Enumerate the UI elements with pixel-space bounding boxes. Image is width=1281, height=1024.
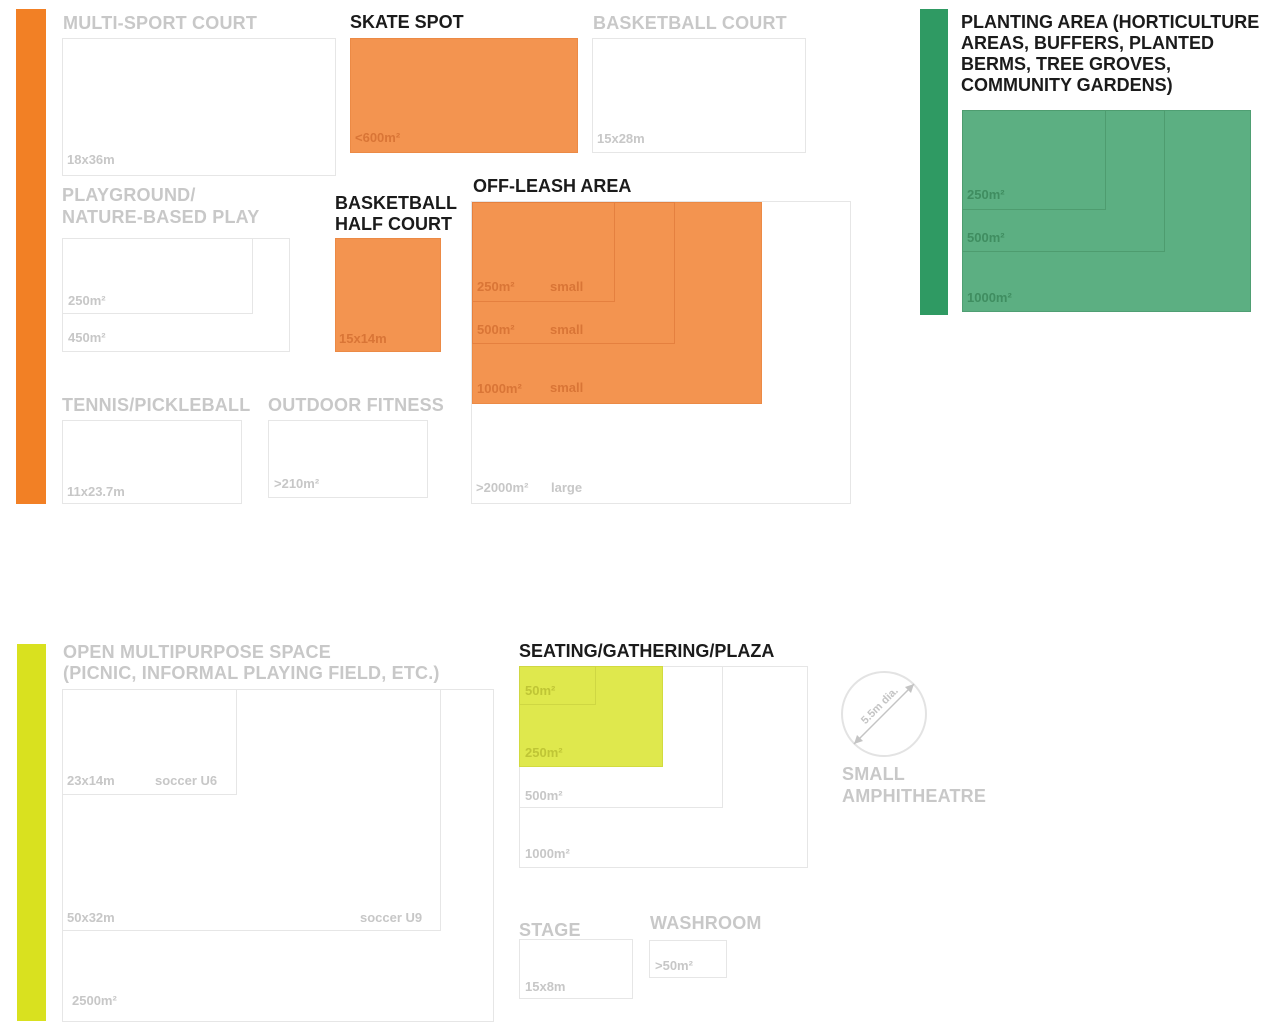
stage-size: 15x8m [525,979,566,994]
planting-1000-area: 1000m² [967,290,1012,305]
playground-large-size: 450m² [68,330,106,345]
off-leash-250-area: 250m² [477,279,515,294]
off-leash-2000-type: large [551,480,583,495]
off-leash-2000-area: >2000m² [476,480,529,495]
playground-small-size: 250m² [68,293,106,308]
open-space-u9-label: soccer U9 [360,910,423,925]
open-space-total-area: 2500m² [72,993,117,1008]
basketball-court-size: 15x28m [597,131,645,146]
planting-250-area: 250m² [967,187,1005,202]
category-bar-green [920,9,948,315]
open-space-title-line1: OPEN MULTIPURPOSE SPACE [63,642,331,662]
multi-sport-court-size: 18x36m [67,152,115,167]
plaza-250-area: 250m² [525,745,563,760]
off-leash-250-type: small [550,279,584,294]
washroom-title: WASHROOM [650,913,762,933]
basketball-court-title: BASKETBALL COURT [593,13,787,33]
planting-500-area: 500m² [967,230,1005,245]
playground-title-line2: NATURE-BASED PLAY [62,207,260,227]
planting-title-line3: BERMS, TREE GROVES, [961,54,1172,74]
multi-sport-court-title: MULTI-SPORT COURT [63,13,258,33]
planting-title-line4: COMMUNITY GARDENS) [961,75,1173,95]
skate-spot-title: SKATE SPOT [350,12,464,32]
plaza-500-area: 500m² [525,788,563,803]
off-leash-1000-type: small [550,380,584,395]
skate-spot-size: <600m² [355,130,401,145]
plaza-title: SEATING/GATHERING/PLAZA [519,641,775,661]
open-space-title-line2: (PICNIC, INFORMAL PLAYING FIELD, ETC.) [63,663,440,683]
amphitheatre-title-line2: AMPHITHEATRE [842,786,987,806]
off-leash-1000-area: 1000m² [477,381,522,396]
off-leash-500-type: small [550,322,584,337]
category-bar-orange [16,9,46,504]
amphitheatre-title-line1: SMALL [842,764,905,784]
off-leash-title: OFF-LEASH AREA [473,176,632,196]
open-space-u6-size: 23x14m [67,773,115,788]
half-court-size: 15x14m [339,331,387,346]
open-space-u6-label: soccer U6 [155,773,218,788]
open-space-u9-size: 50x32m [67,910,115,925]
washroom-size: >50m² [655,958,693,973]
amphitheatre-circle-diagram: 5.5m dia. [841,671,927,757]
planting-title-line2: AREAS, BUFFERS, PLANTED [961,33,1215,53]
planting-title-line1: PLANTING AREA (HORTICULTURE [961,12,1260,32]
outdoor-fitness-title: OUTDOOR FITNESS [268,395,445,415]
stage-title: STAGE [519,920,581,940]
tennis-size: 11x23.7m [67,484,125,499]
tennis-title: TENNIS/PICKLEBALL [62,395,251,415]
playground-title-line1: PLAYGROUND/ [62,185,196,205]
half-court-title-line1: BASKETBALL [335,193,457,213]
amphitheatre-diameter-label: 5.5m dia. [859,685,901,727]
plaza-1000-area: 1000m² [525,846,570,861]
half-court-title-line2: HALF COURT [335,214,452,234]
category-bar-lime [17,644,46,1021]
outdoor-fitness-size: >210m² [274,476,320,491]
off-leash-500-area: 500m² [477,322,515,337]
plaza-50-area: 50m² [525,683,556,698]
